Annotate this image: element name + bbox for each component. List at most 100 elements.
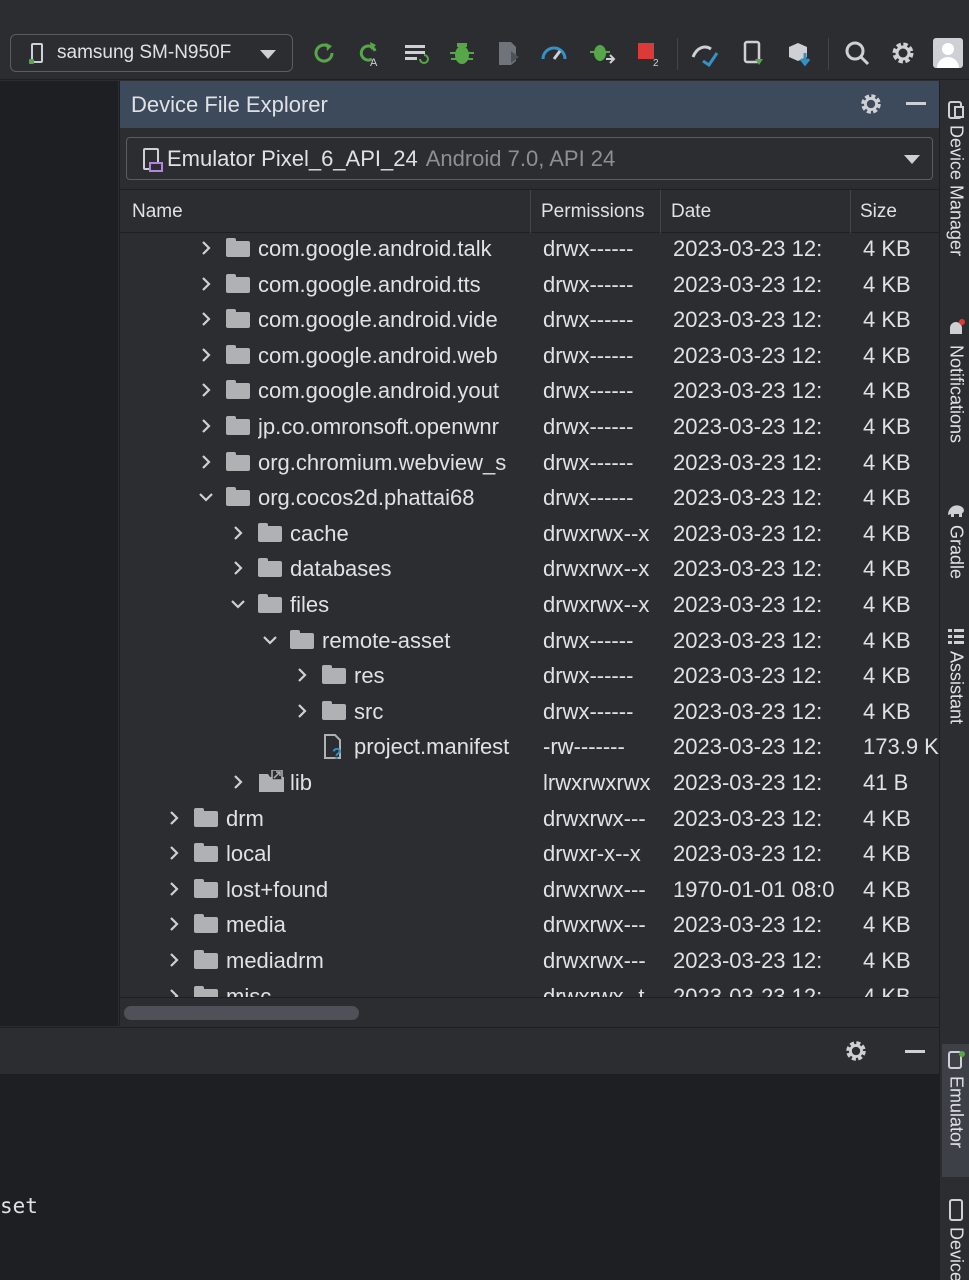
settings-icon[interactable] [888, 38, 918, 68]
chevron-right-icon[interactable] [230, 559, 246, 577]
device-selector-label: samsung SM-N950F [57, 42, 232, 63]
table-row[interactable]: mediadrm drwxrwx--- 2023-03-23 12: 4 KB [120, 942, 940, 978]
chevron-right-icon[interactable] [198, 310, 214, 328]
table-row[interactable]: drm drwxrwx--- 2023-03-23 12: 4 KB [120, 800, 940, 836]
table-row[interactable]: com.google.android.talk drwx------ 2023-03… [120, 234, 940, 266]
chevron-right-icon[interactable] [294, 702, 310, 720]
column-header-name[interactable]: Name [120, 190, 531, 233]
table-row[interactable]: remote-asset drwx------ 2023-03-23 12: 4 KB [120, 622, 940, 658]
permissions-cell: drwxrwx--- [543, 805, 646, 831]
table-row[interactable]: com.google.android.vide drwx------ 2023-03… [120, 301, 940, 337]
sdk-manager-icon[interactable] [784, 38, 814, 68]
device-mirror-icon[interactable] [691, 38, 721, 68]
size-cell: 4 KB [863, 948, 911, 973]
tab-assistant[interactable]: Assistant [942, 627, 969, 724]
table-row[interactable]: com.google.android.tts drwx------ 2023-03-… [120, 266, 940, 302]
table-row[interactable]: jp.co.omronsoft.openwnr drwx------ 2023-03… [120, 408, 940, 444]
logcat-icon[interactable] [401, 38, 431, 68]
permissions-cell: drwxr-x--x [543, 841, 641, 867]
table-row[interactable]: lost+found drwxrwx--- 1970-01-01 08:0 4 KB [120, 871, 940, 907]
table-row[interactable]: files drwxrwx--x 2023-03-23 12: 4 KB [120, 586, 940, 622]
chevron-right-icon[interactable] [198, 417, 214, 435]
column-header-permissions[interactable]: Permissions [531, 190, 661, 233]
bottom-panel-content [0, 1074, 939, 1280]
device-manager-icon[interactable] [739, 38, 769, 68]
minimize-icon[interactable] [906, 102, 926, 105]
chevron-right-icon[interactable] [198, 239, 214, 257]
chevron-down-icon[interactable] [230, 595, 246, 613]
table-row[interactable]: local drwxr-x--x 2023-03-23 12: 4 KB [120, 835, 940, 871]
table-row[interactable]: ? project.manifest -rw------- 2023-03-23 12… [120, 728, 940, 764]
emulator-icon [143, 147, 163, 172]
device-selector[interactable]: samsung SM-N950F [10, 34, 293, 72]
folder-icon [322, 663, 348, 685]
debug-icon[interactable] [447, 38, 477, 68]
search-icon[interactable] [842, 38, 872, 68]
size-cell: 4 KB [863, 485, 911, 511]
attach-debugger-icon[interactable] [587, 38, 617, 68]
folder-icon [258, 556, 284, 578]
account-icon[interactable] [933, 38, 963, 68]
gear-icon[interactable] [858, 91, 884, 122]
size-cell: 173.9 KB [863, 734, 940, 760]
table-header: Name Permissions Date Size [120, 189, 940, 233]
tab-gradle[interactable]: Gradle [942, 501, 969, 579]
folder-icon [258, 592, 284, 614]
minimize-icon[interactable] [905, 1050, 925, 1053]
toolbar-separator [677, 38, 678, 70]
table-row[interactable]: media drwxrwx--- 2023-03-23 12: 4 KB [120, 906, 940, 942]
chevron-right-icon[interactable] [230, 524, 246, 542]
scrollbar-thumb[interactable] [124, 1006, 359, 1020]
tab-device-manager[interactable]: Device Manager [942, 101, 969, 256]
chevron-right-icon[interactable] [198, 453, 214, 471]
table-row[interactable]: misc drwxrwx--t 2023-03-23 12: 4 KB [120, 978, 940, 997]
chevron-right-icon[interactable] [198, 381, 214, 399]
permissions-cell: drwx------ [543, 449, 634, 475]
horizontal-scrollbar[interactable] [120, 997, 940, 1026]
chevron-down-icon[interactable] [262, 631, 278, 649]
folder-icon [194, 912, 220, 934]
chevron-right-icon[interactable] [166, 951, 182, 969]
chevron-right-icon[interactable] [166, 844, 182, 862]
table-row[interactable]: org.cocos2d.phattai68 drwx------ 2023-03-2… [120, 479, 940, 515]
main-toolbar: samsung SM-N950F A 2 [0, 0, 969, 80]
table-row[interactable]: com.google.android.web drwx------ 2023-03-… [120, 337, 940, 373]
table-row[interactable]: cache drwxrwx--x 2023-03-23 12: 4 KB [120, 515, 940, 551]
rerun-icon[interactable] [309, 38, 339, 68]
coverage-icon[interactable] [539, 38, 569, 68]
gear-icon[interactable] [843, 1038, 869, 1069]
permissions-cell: drwx------ [543, 663, 634, 689]
size-cell: 4 KB [863, 876, 911, 902]
tab-notifications[interactable]: Notifications [942, 319, 969, 443]
chevron-right-icon[interactable] [166, 987, 182, 997]
column-header-date[interactable]: Date [661, 190, 851, 233]
stop-icon[interactable]: 2 [633, 38, 663, 68]
table-row[interactable]: com.google.android.yout drwx------ 2023-03… [120, 372, 940, 408]
apply-changes-icon[interactable]: A [354, 38, 384, 68]
emulator-selector[interactable]: Emulator Pixel_6_API_24 Android 7.0, API… [126, 137, 933, 180]
chevron-right-icon[interactable] [294, 666, 310, 684]
profile-icon[interactable] [493, 38, 523, 68]
date-cell: 2023-03-23 12: [673, 307, 823, 333]
folder-icon [226, 272, 252, 294]
folder-icon [194, 877, 220, 899]
table-row[interactable]: lib lrwxrwxrwx 2023-03-23 12: 41 B [120, 764, 940, 800]
table-row[interactable]: src drwx------ 2023-03-23 12: 4 KB [120, 693, 940, 729]
chevron-right-icon[interactable] [166, 880, 182, 898]
table-row[interactable]: org.chromium.webview_s drwx------ 2023-03-… [120, 444, 940, 480]
tab-device[interactable]: Device [942, 1199, 969, 1280]
chevron-right-icon[interactable] [198, 346, 214, 364]
chevron-right-icon[interactable] [198, 275, 214, 293]
column-header-size[interactable]: Size [851, 190, 940, 233]
chevron-right-icon[interactable] [166, 915, 182, 933]
emulator-icon [948, 1051, 965, 1069]
table-row[interactable]: databases drwxrwx--x 2023-03-23 12: 4 KB [120, 550, 940, 586]
folder-icon [226, 236, 252, 258]
table-row[interactable]: res drwx------ 2023-03-23 12: 4 KB [120, 657, 940, 693]
file-name: lost+found [226, 876, 329, 902]
chevron-right-icon[interactable] [230, 773, 246, 791]
chevron-down-icon[interactable] [198, 488, 214, 506]
file-name: drm [226, 805, 264, 831]
chevron-right-icon[interactable] [166, 809, 182, 827]
tab-emulator[interactable]: Emulator [942, 1044, 969, 1177]
